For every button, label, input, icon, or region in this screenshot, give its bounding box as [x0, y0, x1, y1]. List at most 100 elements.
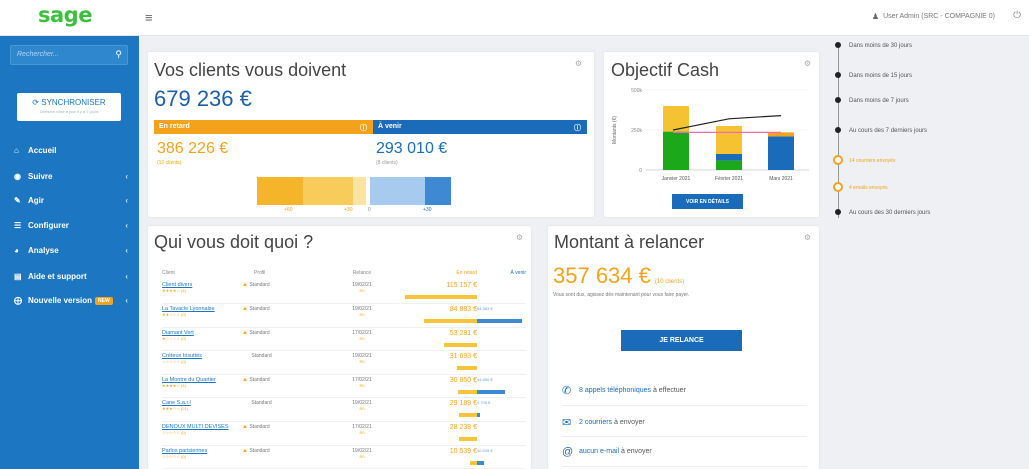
timeline-item[interactable]: Au cours des 7 derniers jours — [832, 127, 927, 134]
sidebar-item-configurer[interactable]: ☰ Configurer ‹ — [14, 221, 132, 235]
col-a-venir[interactable]: À venir — [477, 266, 526, 280]
chart-bar — [768, 136, 794, 170]
due-amount: 10 539 € — [477, 447, 493, 453]
col-profil[interactable]: Profil — [242, 266, 342, 280]
menu-toggle-icon[interactable]: ≡ — [145, 10, 153, 25]
sync-subtitle: Dernière mise à jour il y a 7 jours — [39, 109, 99, 114]
sidebar: Rechercher... ⚲ ⟳ SYNCHRONISER Dernière … — [0, 36, 139, 469]
timeline-label: Dans moins de 30 jours — [849, 43, 913, 49]
axis-label: +30 — [344, 207, 353, 213]
timeline-item[interactable]: Dans moins de 15 jours — [832, 72, 912, 79]
relance-card: Montant à relancer ⚙ 357 634 € (10 client… — [548, 226, 819, 469]
aging-bar-due-0[interactable] — [370, 177, 425, 205]
aging-bar-due-30[interactable] — [425, 177, 451, 205]
activity-timeline: Dans moins de 30 jours Dans moins de 15 j… — [832, 42, 1022, 462]
gear-icon[interactable]: ⚙ — [804, 233, 811, 242]
sidebar-item-nouvelle-version[interactable]: ⨁ Nouvelle version NEW ‹ — [14, 296, 132, 310]
plus-icon: ⨁ — [14, 296, 22, 305]
phone-icon: ✆ — [562, 385, 572, 397]
search-input[interactable]: Rechercher... ⚲ — [10, 45, 128, 65]
y-tick-label: 500k — [631, 88, 642, 94]
x-tick-label: Janvier 2021 — [662, 176, 691, 182]
due-bar — [477, 413, 480, 418]
aging-bar-late-30[interactable] — [303, 177, 353, 205]
sync-icon: ⟳ — [32, 98, 42, 107]
col-en-retard[interactable]: En retard — [382, 266, 477, 280]
timeline-item[interactable]: Au cours des 30 derniers jours — [832, 209, 930, 216]
client-rating: ☆☆☆☆☆ (0) — [162, 453, 186, 459]
gear-icon[interactable]: ⚙ — [516, 233, 523, 242]
due-bar — [477, 319, 522, 324]
details-button[interactable]: VOIR EN DÉTAILS — [672, 194, 743, 209]
gear-icon[interactable]: ⚙ — [804, 59, 811, 68]
new-badge: NEW — [95, 297, 113, 305]
client-profile: Standard — [249, 424, 270, 431]
je-relance-button[interactable]: JE RELANCE — [621, 330, 742, 351]
sidebar-item-analyse[interactable]: ◕ Analyse ‹ — [14, 246, 132, 260]
client-profile: Standard — [251, 400, 272, 407]
sidebar-item-suivre[interactable]: ◉ Suivre ‹ — [14, 172, 132, 186]
info-icon[interactable]: ⓘ — [360, 123, 367, 133]
timeline-item[interactable]: 14 courriers envoyés — [832, 155, 895, 165]
y-tick-label: 0 — [639, 168, 642, 174]
action-emails[interactable]: @ aucun e-mail à envoyer — [562, 446, 652, 458]
table-row[interactable]: La Tavacle Lyonnaise ★★☆☆☆ (0) ▲ Standard 1… — [162, 303, 526, 328]
timeline-item[interactable]: 4 emails envoyés — [832, 182, 888, 192]
timeline-dot-icon — [833, 182, 843, 192]
late-bar — [470, 460, 477, 465]
aging-bar-late-0[interactable] — [353, 177, 366, 205]
late-amount: 31 693 € — [449, 353, 477, 361]
table-row[interactable]: Diamant Vert ★☆☆☆☆ (0) ▲ Standard 17/02/21 R… — [162, 327, 526, 352]
table-row[interactable]: DENOUX MULTI DEVISES ☆☆☆☆☆ (0) ▲ Standard 1… — [162, 421, 526, 446]
relance-level: R0 — [359, 453, 365, 459]
timeline-item[interactable]: Dans moins de 30 jours — [832, 42, 912, 49]
user-menu[interactable]: User Admin (SRC - COMPAGNIE 0) — [883, 13, 995, 20]
chevron-left-icon: ‹ — [125, 296, 128, 305]
relance-level: R0 — [359, 288, 365, 293]
who-card: Qui vous doit quoi ? ⚙ Client Profil Rel… — [148, 226, 531, 469]
chevron-left-icon: ‹ — [125, 246, 128, 255]
client-rating: ★☆☆☆☆ (0) — [162, 335, 186, 341]
eye-icon: ◉ — [14, 172, 21, 181]
sage-logo[interactable]: sage — [38, 3, 92, 27]
table-row[interactable]: Créteux Irisuttés ☆☆☆☆☆ (0) Standard 19/02… — [162, 350, 526, 375]
user-icon: ♟ — [871, 12, 879, 21]
table-row[interactable]: La Montre du Quartier ★★★★☆ (4) ▲ Standard… — [162, 374, 526, 399]
due-bar — [477, 460, 484, 465]
timeline-label: 14 courriers envoyés — [849, 158, 896, 164]
chevron-left-icon: ‹ — [125, 221, 128, 230]
action-letters[interactable]: ✉ 2 courriers à envoyer — [562, 416, 645, 429]
timeline-label: Dans moins de 15 jours — [849, 73, 913, 79]
table-row[interactable]: Parlos parisiennes ☆☆☆☆☆ (0) ▲ Standard 19/… — [162, 445, 526, 469]
power-icon[interactable]: ⏻ — [1013, 10, 1021, 21]
sync-button[interactable]: ⟳ SYNCHRONISER Dernière mise à jour il y… — [17, 93, 121, 121]
divider — [562, 466, 807, 467]
table-row[interactable]: Client divers ★★★★☆ (4) ▲ Standard 19/02/21… — [162, 280, 526, 305]
relance-level: R0 — [359, 359, 365, 365]
search-icon[interactable]: ⚲ — [115, 49, 122, 60]
y-tick-label: 250k — [631, 128, 642, 134]
col-client[interactable]: Client — [162, 266, 242, 280]
table-row[interactable]: Cane S.a.r.l ★★★☆☆ (21) Standard 19/02/21 R… — [162, 397, 526, 423]
at-icon: @ — [562, 446, 574, 458]
timeline-label: Au cours des 7 derniers jours — [849, 128, 928, 134]
aging-bar-late-60[interactable] — [257, 177, 303, 205]
late-amount: 28 238 € — [449, 424, 477, 432]
late-bar — [444, 342, 477, 347]
due-value: 293 010 € — [376, 140, 448, 157]
sidebar-item-accueil[interactable]: ⌂ Accueil — [14, 146, 132, 160]
home-icon: ⌂ — [14, 146, 19, 155]
chart-bar — [716, 126, 742, 154]
col-relance[interactable]: Relance — [342, 266, 382, 280]
sidebar-item-aide[interactable]: ▤ Aide et support ‹ — [14, 272, 132, 286]
late-bar — [405, 295, 477, 299]
timeline-item[interactable]: Dans moins de 7 jours — [832, 97, 909, 104]
sidebar-item-agir[interactable]: ✎ Agir ‹ — [14, 196, 132, 210]
cash-chart: 500k 250k 0 Montants (€) Janvier 2021 Février… — [612, 88, 809, 182]
action-calls[interactable]: ✆ 8 appels téléphoniques à effectuer — [562, 384, 686, 397]
info-icon[interactable]: ⓘ — [574, 123, 581, 133]
relance-amount: 357 634 € (10 clients) — [553, 263, 685, 288]
client-rating: ★★★★☆ (4) — [162, 382, 186, 388]
client-rating: ★★★☆☆ (21) — [162, 406, 189, 412]
gear-icon[interactable]: ⚙ — [575, 59, 582, 68]
